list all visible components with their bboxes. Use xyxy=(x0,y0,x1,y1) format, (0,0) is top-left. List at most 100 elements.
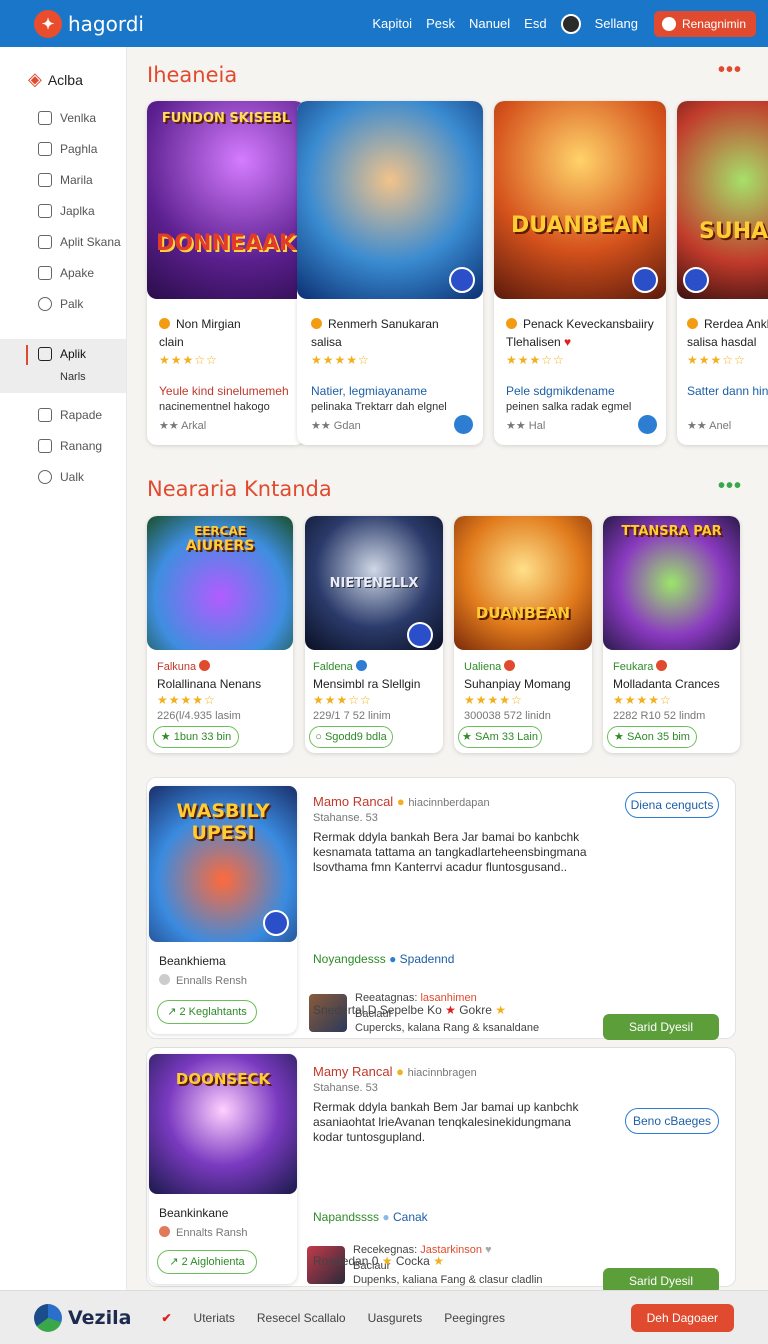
footer-link-3[interactable]: Uasgurets xyxy=(368,1311,423,1325)
footer-brand[interactable]: Vezila xyxy=(68,1307,131,1329)
game-card[interactable]: DUANBEAN Ualiena Suhanpiay Momang ★★★★☆ … xyxy=(454,516,592,753)
card-pill-button[interactable]: ★ SAon 35 bim xyxy=(607,726,697,748)
app-logo-text[interactable]: hagordi xyxy=(68,12,144,36)
game-card[interactable]: NIETENELLX Faldena Mensimbl ra Slellgin … xyxy=(305,516,443,753)
follow-button[interactable]: Beno cBaeges xyxy=(625,1108,719,1134)
featured-card[interactable]: DUANBEAN Penack Keveckansbaiiry Tlehalis… xyxy=(494,101,666,445)
game-card[interactable]: EERCAE AIURERS Falkuna Rolallinana Nenan… xyxy=(147,516,293,753)
more-options-icon[interactable]: ••• xyxy=(718,59,742,82)
footer-action-button[interactable]: Deh Dagoaer xyxy=(630,1303,734,1332)
pill-label: 1bun 33 bin xyxy=(173,731,232,743)
image-icon xyxy=(38,141,52,156)
featured-card[interactable]: Renmerh Sanukaran salisa ★★★★☆ Natier, l… xyxy=(297,101,483,445)
top-nav-link-3[interactable]: Nanuel xyxy=(469,16,510,31)
post-link[interactable]: Noyangdesss ● Spadennd xyxy=(313,952,454,966)
feature-footer: Roadedan 0 ★ Cocka ★ xyxy=(313,1254,444,1268)
pencil-icon xyxy=(38,407,52,422)
card-pill-button[interactable]: ○ Sgodd9 bdla xyxy=(309,726,393,748)
star-icon: ★ xyxy=(433,1254,444,1268)
user-avatar[interactable] xyxy=(560,13,581,34)
bus-icon xyxy=(38,234,52,249)
footer-link-1[interactable]: Uteriats xyxy=(194,1311,235,1325)
post-author-meta: hiacinnberdapan xyxy=(408,797,490,809)
feature-footer: Snedertal D Sepelbe Ko ★ Gokre ★ xyxy=(313,1003,506,1017)
card-pill-button[interactable]: ★ 1bun 33 bin xyxy=(153,726,239,748)
primary-green-button[interactable]: Sarid Dyesil xyxy=(603,1014,719,1040)
sidebar-item-active[interactable]: Aplik Narls xyxy=(0,339,126,393)
sidebar-active-sub[interactable]: Narls xyxy=(60,371,126,383)
feature-post: WASBILY UPESI Beankhiema Ennalls Rensh ↗… xyxy=(146,777,736,1040)
card-subtitle: salisa hasdal xyxy=(687,335,757,349)
game-cover-image xyxy=(297,101,483,299)
sidebar-item-6[interactable]: Apake xyxy=(0,257,126,288)
card-action-icon[interactable] xyxy=(454,415,473,434)
pencil-icon xyxy=(38,110,52,125)
card-pill-button[interactable]: ★ SAm 33 Lain xyxy=(458,726,542,748)
post-link-text-2: Spadennd xyxy=(399,952,455,966)
sidebar-list-secondary: Rapade Ranang Ualk xyxy=(0,399,126,492)
follow-button[interactable]: Diena cengucts xyxy=(625,792,719,818)
verified-icon: ● xyxy=(389,952,397,966)
sidebar-item-2[interactable]: Paghla xyxy=(0,133,126,164)
feature-pill-button[interactable]: ↗ 2 Keglahtants xyxy=(157,1000,257,1024)
feature-card-title: Beankhiema xyxy=(159,954,226,968)
pill-label: SAm 33 Lain xyxy=(474,731,538,743)
user-menu-label[interactable]: Sellang xyxy=(595,16,638,31)
top-nav-link-2[interactable]: Pesk xyxy=(426,16,455,31)
post-author: Mamo Rancal ● hiacinnberdapan xyxy=(313,794,490,809)
sidebar-item-10[interactable]: Ualk xyxy=(0,461,126,492)
top-action-button[interactable]: Renagnimin xyxy=(653,10,756,37)
feature-card-sub: Ennalls Rensh xyxy=(159,974,247,987)
more-options-icon[interactable]: ••• xyxy=(718,475,742,498)
coin-icon xyxy=(506,318,517,329)
feature-game-card[interactable]: DOONSECK Beankinkane Ennalts Ransh ↗ 2 A… xyxy=(149,1054,297,1284)
sidebar-item-7[interactable]: Palk xyxy=(0,288,126,319)
feature-footer-text: Roadedan 0 xyxy=(313,1254,379,1268)
featured-card[interactable]: SUHAN Rerdea Ankl salisa hasdal ★★★☆☆ Sa… xyxy=(677,101,768,445)
feature-card-title: Beankinkane xyxy=(159,1206,229,1220)
sidebar-item-9[interactable]: Ranang xyxy=(0,430,126,461)
game-cover-image: DUANBEAN xyxy=(494,101,666,299)
comment-text: Cupercks, kalana Rang & ksanaldane xyxy=(355,1022,540,1034)
heart-icon: ♥ xyxy=(485,1244,492,1256)
post-author-name[interactable]: Mamo Rancal xyxy=(313,794,393,809)
heart-icon xyxy=(38,438,52,453)
sidebar-brand[interactable]: ◈ Aclba xyxy=(0,47,126,90)
sidebar-item-1[interactable]: Venlka xyxy=(0,102,126,133)
rating-stars: ★★★★☆ xyxy=(157,693,216,707)
sidebar-item-8[interactable]: Rapade xyxy=(0,399,126,430)
footer-link-4[interactable]: Peegingres xyxy=(444,1311,505,1325)
badge-icon: ● xyxy=(396,794,405,809)
card-action-icon[interactable] xyxy=(638,415,657,434)
card-subtitle: Tlehalisen ♥ xyxy=(506,335,571,349)
feature-pill-button[interactable]: ↗ 2 Aiglohienta xyxy=(157,1250,257,1274)
card-title: Rerdea Ankl xyxy=(687,317,768,331)
sidebar-item-label: Apake xyxy=(60,265,95,280)
feature-footer-text-2: Gokre xyxy=(459,1003,492,1017)
chat-icon: ● xyxy=(382,1210,390,1224)
rating-stars: ★★★☆☆ xyxy=(159,353,218,367)
sidebar-item-label: Marila xyxy=(60,172,93,187)
top-nav-link-1[interactable]: Kapitoi xyxy=(372,16,412,31)
footer-link-2[interactable]: Resecel Scallalo xyxy=(257,1311,346,1325)
game-card[interactable]: TTANSRA PAR Feukara Molladanta Crances ★… xyxy=(603,516,740,753)
pill-label: SAon 35 bim xyxy=(626,731,690,743)
heart-icon: ♥ xyxy=(564,335,572,349)
card-title: Penack Keveckansbaiiry xyxy=(506,317,654,331)
post-author-name[interactable]: Mamy Rancal xyxy=(313,1064,392,1079)
featured-card[interactable]: FUNDON SKISEBL DONNEAAK Non Mirgian clai… xyxy=(147,101,305,445)
post-text: Rermak ddyla bankah Bem Jar bamai up kan… xyxy=(313,1100,579,1144)
feature-footer-text: Snedertal D Sepelbe Ko xyxy=(313,1003,442,1017)
app-logo-icon[interactable]: ✦ xyxy=(34,9,62,38)
feature-game-card[interactable]: WASBILY UPESI Beankhiema Ennalls Rensh ↗… xyxy=(149,786,297,1034)
sidebar-item-5[interactable]: Aplit Skana xyxy=(0,226,126,257)
sidebar-active-label: Aplik xyxy=(60,347,87,361)
card-meta-text: Arkal xyxy=(181,420,207,432)
top-nav-link-4[interactable]: Esd xyxy=(524,16,546,31)
coin-icon xyxy=(159,318,170,329)
post-link[interactable]: Napandssss ● Canak xyxy=(313,1210,428,1224)
sidebar-item-4[interactable]: Japlka xyxy=(0,195,126,226)
sidebar-item-3[interactable]: Marila xyxy=(0,164,126,195)
footer-logo-icon[interactable] xyxy=(34,1303,62,1332)
top-action-label: Renagnimin xyxy=(681,16,746,31)
